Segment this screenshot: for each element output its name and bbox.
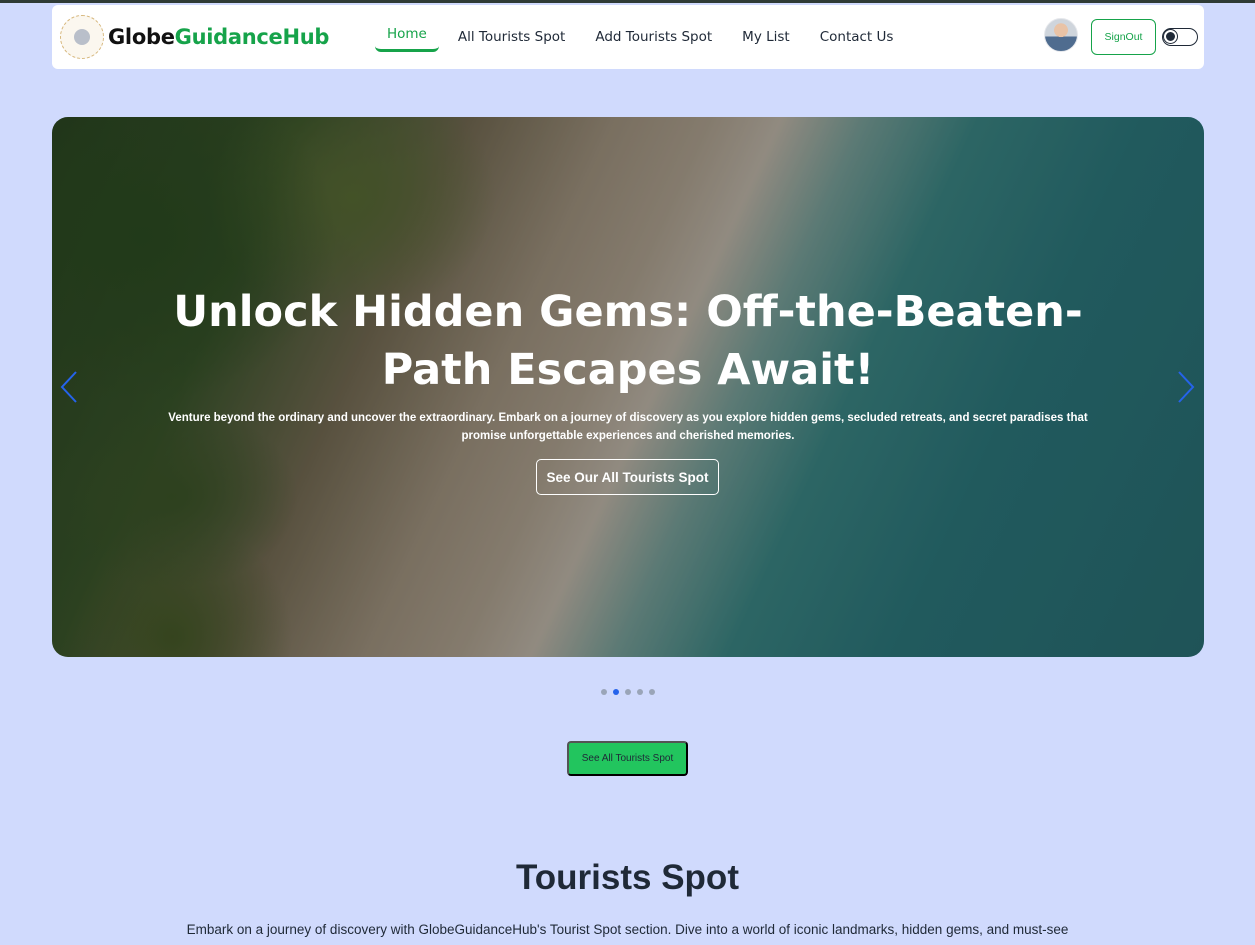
- chevron-right-icon: [1178, 371, 1195, 403]
- see-all-tourists-spot-button[interactable]: See All Tourists Spot: [567, 741, 688, 776]
- hero-subtitle: Venture beyond the ordinary and uncover …: [168, 412, 1088, 442]
- theme-toggle[interactable]: [1162, 28, 1198, 46]
- nav-link-add-tourists-spot[interactable]: Add Tourists Spot: [580, 20, 727, 54]
- carousel-dot-3[interactable]: [625, 689, 631, 695]
- brand-name-part2: GuidanceHub: [174, 25, 330, 49]
- avatar[interactable]: [1044, 18, 1078, 52]
- carousel-dot-5[interactable]: [649, 689, 655, 695]
- nav-link-my-list[interactable]: My List: [727, 20, 805, 54]
- brand-name: GlobeGuidanceHub: [108, 25, 329, 49]
- carousel-dot-2[interactable]: [613, 689, 619, 695]
- carousel-dot-1[interactable]: [601, 689, 607, 695]
- signout-button[interactable]: SignOut: [1091, 19, 1156, 55]
- nav-link-home[interactable]: Home: [375, 18, 439, 52]
- logo-icon: [60, 15, 104, 59]
- brand-name-part1: Globe: [108, 25, 175, 49]
- section-description: Embark on a journey of discovery with Gl…: [186, 922, 1069, 937]
- brand[interactable]: GlobeGuidanceHub: [60, 15, 329, 59]
- nav-link-all-tourists-spot[interactable]: All Tourists Spot: [443, 20, 580, 54]
- hero-carousel: Unlock Hidden Gems: Off-the-Beaten-Path …: [52, 117, 1204, 657]
- carousel-dot-4[interactable]: [637, 689, 643, 695]
- nav-links: Home All Tourists Spot Add Tourists Spot…: [375, 5, 908, 69]
- section-title: Tourists Spot: [516, 858, 739, 897]
- carousel-prev-button[interactable]: [58, 370, 80, 404]
- hero-title: Unlock Hidden Gems: Off-the-Beaten-Path …: [173, 287, 1083, 395]
- carousel-pagination: [601, 689, 655, 695]
- hero-see-all-button[interactable]: See Our All Tourists Spot: [536, 459, 719, 495]
- navbar: GlobeGuidanceHub Home All Tourists Spot …: [52, 5, 1204, 69]
- top-border: [0, 0, 1255, 3]
- chevron-left-icon: [60, 371, 77, 403]
- nav-link-contact-us[interactable]: Contact Us: [805, 20, 909, 54]
- toggle-knob: [1164, 30, 1177, 43]
- carousel-next-button[interactable]: [1175, 370, 1197, 404]
